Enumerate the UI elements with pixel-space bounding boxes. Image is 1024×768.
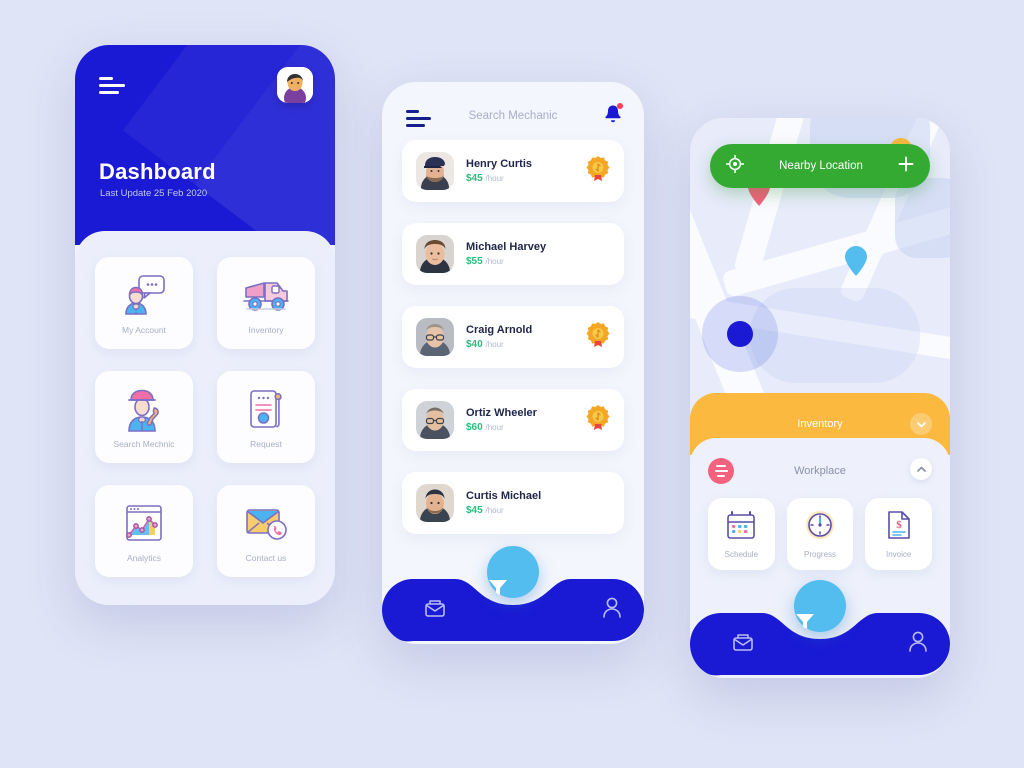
tile-invoice[interactable]: $ Invoice <box>865 498 933 570</box>
mechanic-name: Henry Curtis <box>466 158 533 170</box>
dashboard-phone: Dashboard Last Update 25 Feb 2020 My Acc… <box>75 45 335 605</box>
calendar-icon <box>724 509 758 546</box>
dashboard-content-panel: My Account Inventory Search Mechnic Requ… <box>75 231 335 605</box>
list-item[interactable]: Ortiz Wheeler $60 /hour <box>402 389 624 451</box>
mechanic-info: Craig Arnold $40 /hour <box>466 324 574 350</box>
tile-analytics[interactable]: Analytics <box>95 485 193 577</box>
rate-unit: /hour <box>485 174 504 183</box>
workplace-tiles: Schedule Progress $ Invoice <box>690 486 950 570</box>
notification-badge <box>617 103 623 109</box>
avatar <box>416 484 454 522</box>
mechanic-info: Curtis Michael $45 /hour <box>466 490 610 516</box>
current-location-dot <box>702 296 778 372</box>
mechanic-rate: $60 /hour <box>466 422 504 433</box>
mechanic-name: Ortiz Wheeler <box>466 407 537 419</box>
rate-unit: /hour <box>485 257 504 266</box>
mechanic-rate: $45 /hour <box>466 505 504 516</box>
mechanic-rate: $40 /hour <box>466 339 504 350</box>
mechanic-rate: $55 /hour <box>466 256 504 267</box>
mechanic-info: Henry Curtis $45 /hour <box>466 158 574 184</box>
tile-request[interactable]: Request <box>217 371 315 463</box>
crosshair-icon <box>725 153 745 178</box>
chevron-down-icon[interactable] <box>910 413 932 435</box>
mechanic-name: Curtis Michael <box>466 490 542 502</box>
last-update-text: Last Update 25 Feb 2020 <box>100 188 208 199</box>
map-block <box>895 178 950 258</box>
avatar <box>416 235 454 273</box>
tile-progress[interactable]: Progress <box>786 498 854 570</box>
nearby-location-button[interactable]: Nearby Location <box>710 144 930 188</box>
dashboard-tile-grid: My Account Inventory Search Mechnic Requ… <box>95 257 315 577</box>
mechanic-wrench-icon <box>122 385 166 433</box>
filter-fab-button[interactable] <box>794 580 846 632</box>
filter-icon <box>489 580 507 595</box>
bell-icon[interactable] <box>604 103 623 129</box>
list-item[interactable]: Henry Curtis $45 /hour <box>402 140 624 202</box>
list-item[interactable]: Craig Arnold $40 /hour <box>402 306 624 368</box>
tile-label: Invoice <box>886 550 912 559</box>
workplace-header: Workplace <box>690 456 950 486</box>
tile-schedule[interactable]: Schedule <box>708 498 775 570</box>
svg-text:$: $ <box>896 519 902 531</box>
chart-analytics-icon <box>121 499 167 547</box>
tile-label: Progress <box>804 550 837 559</box>
page-title: Dashboard <box>99 159 216 184</box>
bottom-navigation <box>690 580 950 678</box>
mechanic-rate: $45 /hour <box>466 173 504 184</box>
map-phone: Nearby Location Inventory Workplace Sche… <box>690 118 950 678</box>
tile-label: Analytics <box>126 553 161 563</box>
dump-truck-icon <box>241 271 291 319</box>
tile-my-account[interactable]: My Account <box>95 257 193 349</box>
mechanic-info: Ortiz Wheeler $60 /hour <box>466 407 574 433</box>
nearby-location-label: Nearby Location <box>779 160 863 172</box>
pin-blue[interactable] <box>845 246 867 276</box>
filter-fab-button[interactable] <box>487 546 539 598</box>
list-item[interactable]: Michael Harvey $55 /hour <box>402 223 624 285</box>
tile-label: Search Mechnic <box>113 439 175 449</box>
mechanic-name: Craig Arnold <box>466 324 533 336</box>
pink-menu-icon[interactable] <box>708 458 734 484</box>
avatar <box>416 318 454 356</box>
app-mockup-stage: Dashboard Last Update 25 Feb 2020 My Acc… <box>0 0 1024 768</box>
tile-label: Inventory <box>248 325 284 335</box>
rate-unit: /hour <box>485 340 504 349</box>
tile-contact-us[interactable]: Contact us <box>217 485 315 577</box>
mechanic-list: Henry Curtis $45 /hour Michael Harvey $5… <box>402 140 624 555</box>
rate-unit: /hour <box>485 506 504 515</box>
avatar <box>416 401 454 439</box>
filter-icon <box>796 614 814 629</box>
rate-unit: /hour <box>485 423 504 432</box>
tile-label: Request <box>250 439 282 449</box>
inventory-label: Inventory <box>797 418 843 430</box>
top-rated-badge-icon <box>586 155 610 187</box>
top-rated-badge-icon <box>586 321 610 353</box>
envelope-phone-icon <box>242 499 290 547</box>
document-request-icon <box>244 385 288 433</box>
mechanic-name: Michael Harvey <box>466 241 547 253</box>
plus-icon[interactable] <box>898 156 914 177</box>
tile-inventory[interactable]: Inventory <box>217 257 315 349</box>
avatar <box>416 152 454 190</box>
tile-label: Contact us <box>245 553 287 563</box>
tile-label: My Account <box>122 325 166 335</box>
list-item[interactable]: Curtis Michael $45 /hour <box>402 472 624 534</box>
hamburger-icon[interactable] <box>99 77 125 94</box>
clock-gauge-icon <box>803 509 837 546</box>
top-rated-badge-icon <box>586 404 610 436</box>
tile-label: Schedule <box>724 550 759 559</box>
bottom-navigation <box>382 546 644 644</box>
tile-search-mechanic[interactable]: Search Mechnic <box>95 371 193 463</box>
chevron-up-icon[interactable] <box>910 458 932 480</box>
invoice-dollar-icon: $ <box>884 509 914 546</box>
account-chat-icon <box>121 271 167 319</box>
avatar[interactable] <box>277 67 313 103</box>
search-mechanic-phone: Search Mechanic Henry Curtis $45 /hour M… <box>382 82 644 644</box>
mechanic-info: Michael Harvey $55 /hour <box>466 241 610 267</box>
